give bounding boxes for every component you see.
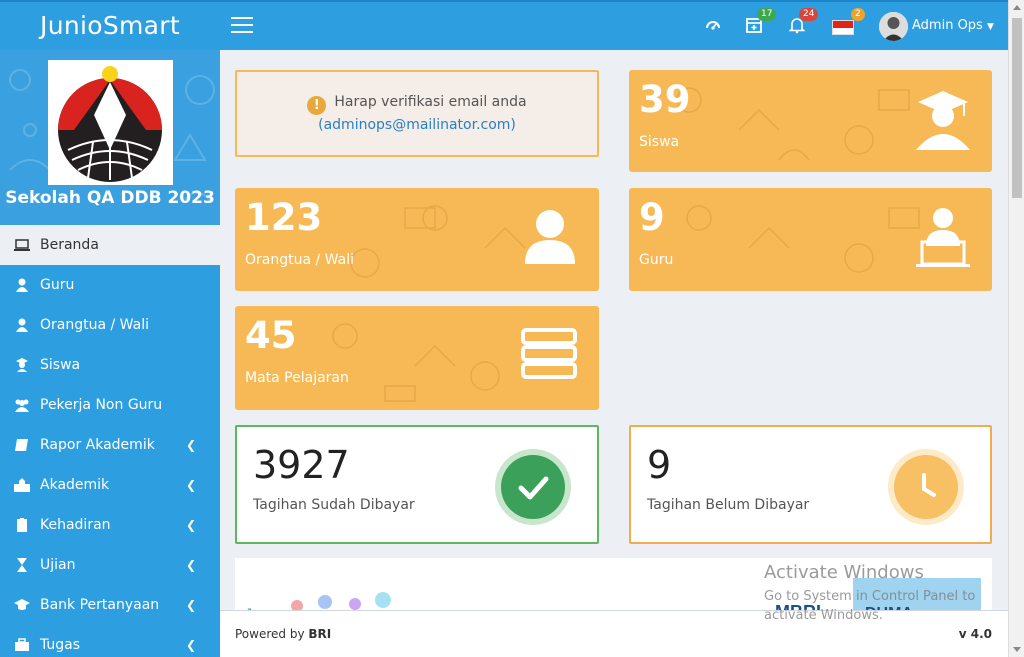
check-icon [501,455,565,519]
student-icon [16,358,28,372]
clipboard-icon [17,518,27,532]
laptop-icon [14,239,30,251]
email-verification-notice: ! Harap verifikasi email anda (adminops@m… [235,70,599,157]
sidebar-item-label: Akademik [40,477,110,493]
stat-card-siswa[interactable]: 39 Siswa [629,70,992,172]
stat-label: Mata Pelajaran [245,370,349,386]
avatar-photo-icon [879,12,908,41]
notice-text: ! Harap verifikasi email anda [237,94,597,115]
chevron-left-icon: ❮ [185,438,196,452]
user-icon [525,210,575,264]
graduate-icon [916,91,970,150]
notice-email-link[interactable]: (adminops@mailinator.com) [237,117,597,133]
stat-value: 123 [245,196,323,239]
calendar-badge: 17 [757,8,777,21]
dashboard-gauge-icon[interactable] [704,16,722,34]
chevron-left-icon: ❮ [185,598,196,612]
sidebar-header: Sekolah QA DDB 2023 [0,50,220,225]
scroll-down-arrow-icon[interactable] [1013,647,1021,652]
school-icon [14,478,30,492]
sidebar-item-siswa[interactable]: Siswa [0,345,220,385]
version-text: v 4.0 [958,627,992,641]
menu-toggle-icon[interactable] [231,17,253,33]
warning-icon: ! [307,96,327,115]
sidebar: Sekolah QA DDB 2023 Beranda Guru Orangtu… [0,50,220,657]
sidebar-item-label: Pekerja Non Guru [40,397,163,413]
chevron-left-icon: ❮ [185,478,196,492]
stat-value: 9 [639,196,665,239]
sidebar-item-kehadiran[interactable]: Kehadiran ❮ [0,505,220,545]
stat-value: 39 [639,78,691,121]
paid-bills-value: 3927 [253,443,350,487]
main-content: ! Harap verifikasi email anda (adminops@m… [220,50,1008,610]
stat-card-mata-pelajaran[interactable]: 45 Mata Pelajaran [235,306,599,410]
chevron-left-icon: ❮ [185,638,196,652]
unpaid-bills-value: 9 [647,443,672,487]
stat-label: Siswa [639,134,680,150]
paid-bills-label: Tagihan Sudah Dibayar [253,497,415,513]
page-scrollbar[interactable] [1008,0,1024,657]
sidebar-item-label: Bank Pertanyaan [40,597,160,613]
watermark-subtitle: Go to System in Control Panel to activat… [764,589,976,623]
graduation-cap-icon [14,599,30,610]
sidebar-item-orangtua[interactable]: Orangtua / Wali [0,305,220,345]
sidebar-item-rapor-akademik[interactable]: Rapor Akademik ❮ [0,425,220,465]
app-brand[interactable]: JunioSmart [0,2,220,50]
clock-icon [894,455,958,519]
users-icon [15,399,29,412]
user-icon [16,318,28,332]
powered-by-text: Powered by BRI [235,627,332,641]
indonesia-flag-icon[interactable] [832,20,854,35]
sidebar-item-tugas[interactable]: Tugas ❮ [0,625,220,657]
sidebar-item-label: Orangtua / Wali [40,317,149,333]
sidebar-item-bank-pertanyaan[interactable]: Bank Pertanyaan ❮ [0,585,220,625]
sidebar-item-label: Ujian [40,557,76,573]
stat-card-guru[interactable]: 9 Guru [629,188,992,291]
scrollbar-thumb[interactable] [1012,18,1022,198]
avatar [879,12,908,41]
chevron-left-icon: ❮ [185,518,196,532]
language-badge: 2 [851,8,865,21]
hourglass-icon [17,558,27,572]
sidebar-item-ujian[interactable]: Ujian ❮ [0,545,220,585]
school-logo [48,60,173,185]
sidebar-item-label: Beranda [40,237,99,253]
school-name: Sekolah QA DDB 2023 [5,188,215,208]
stat-label: Orangtua / Wali [245,252,354,268]
briefcase-icon [15,638,29,651]
sidebar-item-beranda[interactable]: Beranda [0,225,220,265]
tut-wuri-handayani-logo-icon [58,66,162,182]
book-icon [15,439,28,451]
sidebar-item-label: Guru [40,277,75,293]
unpaid-bills-card[interactable]: 9 Tagihan Belum Dibayar [629,425,992,544]
paid-bills-card[interactable]: 3927 Tagihan Sudah Dibayar [235,425,599,544]
scroll-up-arrow-icon[interactable] [1013,5,1021,10]
unpaid-bills-label: Tagihan Belum Dibayar [647,497,810,513]
caret-down-icon: ▼ [986,22,994,32]
books-stack-icon [521,328,577,379]
top-navbar: JunioSmart 17 24 2 Admin Ops ▼ [0,0,1008,50]
sidebar-item-label: Kehadiran [40,517,111,533]
sidebar-item-pekerja-non-guru[interactable]: Pekerja Non Guru [0,385,220,425]
sidebar-item-label: Tugas [40,637,81,653]
stat-label: Guru [639,252,674,268]
sidebar-item-akademik[interactable]: Akademik ❮ [0,465,220,505]
teacher-laptop-icon [916,208,970,267]
sidebar-item-label: Rapor Akademik [40,437,155,453]
sidebar-item-label: Siswa [40,357,81,373]
user-name[interactable]: Admin Ops ▼ [912,18,994,33]
sidebar-item-guru[interactable]: Guru [0,265,220,305]
notification-badge: 24 [799,8,819,21]
watermark-title: Activate Windows [764,562,924,583]
chevron-left-icon: ❮ [185,558,196,572]
stat-card-orangtua[interactable]: 123 Orangtua / Wali [235,188,599,291]
stat-value: 45 [245,314,297,357]
user-icon [16,278,28,292]
windows-activation-watermark: Activate Windows Go to System in Control… [764,562,994,625]
